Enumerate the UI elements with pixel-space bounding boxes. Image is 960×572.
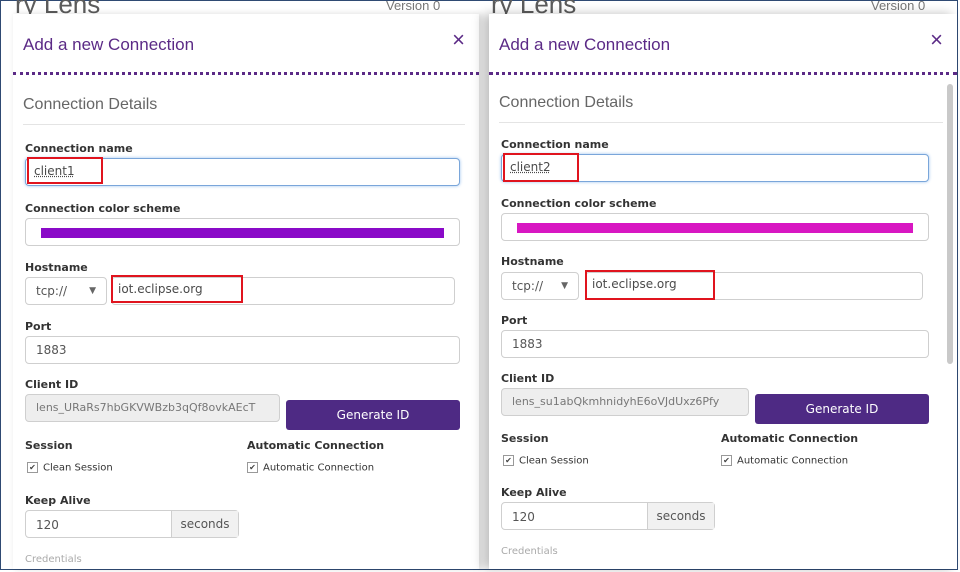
checkbox-checked-icon: ✔ (247, 462, 258, 473)
client-id-label: Client ID (501, 372, 555, 385)
port-input[interactable]: 1883 (501, 330, 929, 358)
credentials-heading: Credentials (501, 546, 558, 557)
background-version-label: Version 0 (386, 0, 441, 13)
keep-alive-input[interactable]: 120 seconds (501, 502, 715, 530)
highlight-connection-name: client1 (27, 157, 103, 184)
port-label: Port (501, 314, 528, 327)
automatic-connection-label: Automatic Connection (721, 432, 859, 445)
protocol-value: tcp:// (36, 284, 68, 298)
hostname-label: Hostname (501, 255, 564, 268)
connection-modal-client1: Add a new Connection × Connection Detail… (13, 14, 479, 569)
section-title: Connection Details (23, 96, 158, 113)
checkbox-checked-icon: ✔ (721, 455, 732, 466)
scrollbar[interactable] (947, 84, 953, 364)
client-id-label: Client ID (25, 378, 79, 391)
background-version-label-2: Version 0 (871, 0, 926, 13)
keep-alive-unit: seconds (647, 503, 714, 529)
host-value: iot.eclipse.org (118, 282, 203, 296)
screenshot-frame: ry Lens Version 0 ry Lens Version 0 Add … (0, 0, 958, 570)
section-divider (499, 122, 943, 123)
generate-id-button[interactable]: Generate ID (755, 394, 929, 424)
keep-alive-value: 120 (36, 518, 59, 532)
credentials-heading: Credentials (25, 554, 82, 565)
protocol-select[interactable]: tcp:// ▼ (25, 277, 107, 305)
automatic-connection-text: Automatic Connection (263, 462, 375, 474)
client-id-input[interactable]: lens_URaRs7hbGKVWBzb3qQf8ovkAEcT (25, 394, 280, 422)
section-title: Connection Details (499, 94, 634, 111)
color-scheme-picker[interactable] (501, 213, 929, 241)
clean-session-text: Clean Session (519, 455, 589, 467)
automatic-connection-label: Automatic Connection (247, 439, 385, 452)
connection-name-value: client1 (34, 164, 75, 178)
protocol-select[interactable]: tcp:// ▼ (501, 272, 579, 300)
chevron-down-icon: ▼ (89, 286, 96, 296)
session-label: Session (501, 432, 549, 445)
hostname-label: Hostname (25, 261, 88, 274)
keep-alive-value: 120 (512, 510, 535, 524)
modal-header: Add a new Connection × (13, 14, 479, 75)
automatic-connection-text: Automatic Connection (737, 455, 849, 467)
client-id-input[interactable]: lens_su1abQkmhnidyhE6oVJdUxz6Pfy (501, 388, 749, 416)
clean-session-text: Clean Session (43, 462, 113, 474)
host-value: iot.eclipse.org (592, 277, 677, 291)
color-swatch (41, 228, 444, 238)
automatic-connection-checkbox[interactable]: ✔ Automatic Connection (721, 455, 848, 467)
port-input[interactable]: 1883 (25, 336, 460, 364)
close-icon[interactable]: × (452, 27, 465, 53)
close-icon[interactable]: × (930, 27, 943, 53)
keep-alive-label: Keep Alive (501, 486, 567, 499)
protocol-value: tcp:// (512, 279, 544, 293)
checkbox-checked-icon: ✔ (503, 455, 514, 466)
checkbox-checked-icon: ✔ (27, 462, 38, 473)
modal-header: Add a new Connection × (489, 14, 957, 75)
highlight-host: iot.eclipse.org (111, 275, 243, 303)
generate-id-button[interactable]: Generate ID (286, 400, 460, 430)
color-swatch (517, 223, 913, 233)
automatic-connection-checkbox[interactable]: ✔ Automatic Connection (247, 462, 374, 474)
modal-title: Add a new Connection (499, 35, 671, 54)
highlight-connection-name: client2 (503, 153, 579, 182)
color-scheme-label: Connection color scheme (501, 197, 657, 210)
connection-modal-client2: Add a new Connection × Connection Detail… (489, 14, 957, 569)
color-scheme-label: Connection color scheme (25, 202, 181, 215)
chevron-down-icon: ▼ (561, 281, 568, 291)
clean-session-checkbox[interactable]: ✔ Clean Session (27, 462, 113, 474)
clean-session-checkbox[interactable]: ✔ Clean Session (503, 455, 589, 467)
connection-name-label: Connection name (25, 142, 133, 155)
connection-name-value: client2 (510, 160, 551, 174)
highlight-host: iot.eclipse.org (585, 270, 715, 300)
color-scheme-picker[interactable] (25, 218, 460, 246)
keep-alive-unit: seconds (171, 511, 238, 537)
port-label: Port (25, 320, 52, 333)
session-label: Session (25, 439, 73, 452)
modal-title: Add a new Connection (23, 35, 195, 54)
section-divider (23, 124, 465, 125)
connection-name-label: Connection name (501, 138, 609, 151)
keep-alive-label: Keep Alive (25, 494, 91, 507)
keep-alive-input[interactable]: 120 seconds (25, 510, 239, 538)
